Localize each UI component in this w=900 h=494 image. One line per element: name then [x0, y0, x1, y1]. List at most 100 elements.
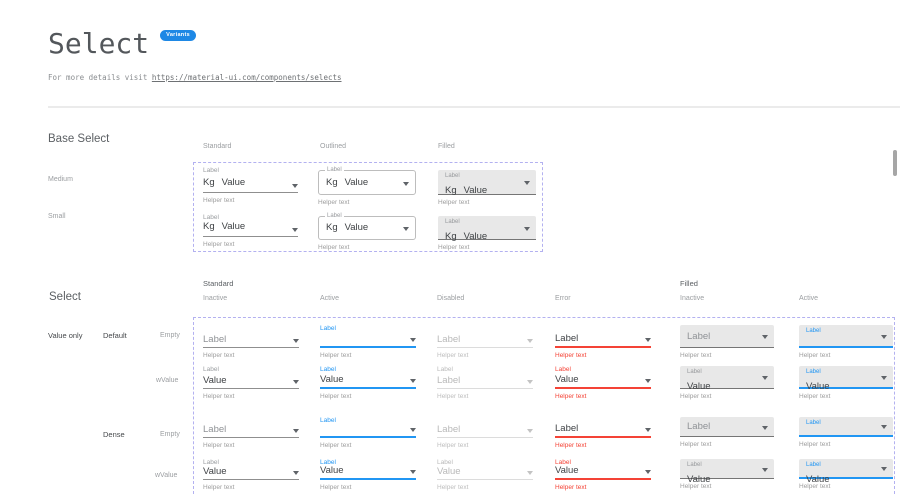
outlined-input[interactable]: LabelKgValue: [318, 170, 416, 195]
select-filled-active[interactable]: Label Helper text: [799, 417, 893, 448]
helper-text: Helper text: [320, 484, 416, 491]
select-input[interactable]: Value: [437, 468, 533, 480]
filled-input[interactable]: LabelValue: [799, 459, 893, 479]
select-filled-active[interactable]: LabelValueHelper text: [799, 459, 893, 490]
select-input[interactable]: KgValue: [203, 176, 298, 193]
select-input[interactable]: KgValue: [203, 223, 298, 237]
select-value: Value: [437, 467, 461, 477]
group-header-filled: Filled: [680, 279, 698, 288]
column-header-inactive-0: Inactive: [203, 295, 227, 302]
row-label-medium: Medium: [48, 176, 73, 183]
select-input[interactable]: Label: [437, 334, 533, 348]
filled-input[interactable]: LabelValue: [680, 366, 774, 389]
column-header-inactive-4: Inactive: [680, 295, 704, 302]
select-standard-disabled[interactable]: LabelValueHelper text: [437, 459, 533, 491]
select-standard-error[interactable]: Label Helper text: [555, 325, 651, 359]
select-input[interactable]: Label: [203, 334, 299, 348]
floating-label: Label: [325, 213, 344, 220]
select-filled-active[interactable]: Label Helper text: [799, 325, 893, 359]
select-standard-disabled[interactable]: LabelHelper text: [437, 417, 533, 449]
row-label-wvalue-1: wValue: [156, 377, 178, 384]
filled-input[interactable]: Label: [799, 325, 893, 348]
dropdown-arrow-icon: [527, 429, 533, 433]
helper-text: Helper text: [437, 393, 533, 400]
base-select-outlined-small[interactable]: LabelKgValueHelper text: [318, 216, 416, 251]
dropdown-arrow-icon: [403, 227, 409, 231]
select-input[interactable]: [320, 426, 416, 438]
helper-text: Helper text: [799, 352, 893, 359]
dropdown-arrow-icon: [524, 227, 530, 231]
row-group-value-only: Value only: [48, 331, 82, 340]
select-input[interactable]: Label: [555, 334, 651, 348]
select-input[interactable]: Value: [203, 468, 299, 480]
select-standard-active[interactable]: Label Helper text: [320, 417, 416, 449]
docs-link[interactable]: https://material-ui.com/components/selec…: [152, 73, 342, 82]
row-group-default: Default: [103, 331, 127, 340]
helper-text: Helper text: [555, 352, 651, 359]
select-standard-disabled[interactable]: LabelLabelHelper text: [437, 366, 533, 400]
filled-input[interactable]: LabelValue: [799, 366, 893, 389]
select-value: Value: [345, 178, 369, 188]
select-input[interactable]: Value: [555, 468, 651, 480]
filled-input[interactable]: LabelValue: [680, 459, 774, 479]
select-value: Label: [687, 331, 710, 342]
floating-label: Label: [687, 461, 767, 469]
filled-input[interactable]: LabelKgValue: [438, 216, 536, 240]
base-select-standard-medium[interactable]: LabelKgValueHelper text: [203, 167, 298, 204]
base-select-filled-small[interactable]: LabelKgValueHelper text: [438, 216, 536, 251]
adornment-text: Kg: [203, 177, 215, 188]
select-standard-disabled[interactable]: LabelHelper text: [437, 325, 533, 359]
select-standard-active[interactable]: LabelValueHelper text: [320, 366, 416, 400]
filled-input[interactable]: Label: [680, 325, 774, 348]
base-select-standard-small[interactable]: LabelKgValueHelper text: [203, 214, 298, 248]
select-input[interactable]: Label: [437, 375, 533, 389]
select-value: Value: [320, 466, 344, 476]
dropdown-arrow-icon: [881, 467, 887, 471]
dropdown-arrow-icon: [645, 338, 651, 342]
floating-label: [437, 325, 533, 334]
select-standard-inactive[interactable]: LabelValueHelper text: [203, 366, 299, 400]
helper-text: Helper text: [680, 393, 774, 400]
adornment-text: Kg: [445, 231, 457, 242]
select-input[interactable]: Value: [203, 375, 299, 389]
select-standard-error[interactable]: LabelValueHelper text: [555, 459, 651, 491]
select-input[interactable]: Value: [555, 375, 651, 389]
header-divider: [48, 106, 900, 108]
helper-text: Helper text: [203, 442, 299, 449]
floating-label: Label: [320, 417, 416, 426]
outlined-input[interactable]: LabelKgValue: [318, 216, 416, 240]
helper-text: Helper text: [203, 484, 299, 491]
select-standard-error[interactable]: LabelValueHelper text: [555, 366, 651, 400]
filled-input[interactable]: Label: [799, 417, 893, 437]
helper-text: Helper text: [437, 484, 533, 491]
select-standard-error[interactable]: LabelHelper text: [555, 417, 651, 449]
select-input[interactable]: Label: [437, 426, 533, 438]
helper-text: Helper text: [680, 441, 774, 448]
select-input[interactable]: Label: [203, 426, 299, 438]
select-filled-inactive[interactable]: LabelValueHelper text: [680, 459, 774, 490]
select-filled-inactive[interactable]: LabelValue Helper text: [680, 366, 774, 400]
select-filled-active[interactable]: LabelValueHelper text: [799, 366, 893, 400]
select-value: [320, 424, 323, 434]
select-standard-inactive[interactable]: Label Helper text: [203, 417, 299, 449]
filled-input[interactable]: Label: [680, 417, 774, 437]
filled-input[interactable]: LabelKgValue: [438, 170, 536, 195]
select-input[interactable]: Label: [555, 426, 651, 438]
select-standard-inactive[interactable]: LabelValueHelper text: [203, 459, 299, 491]
base-select-outlined-medium[interactable]: LabelKgValueHelper text: [318, 170, 416, 206]
select-input[interactable]: [320, 334, 416, 348]
select-standard-active[interactable]: Label Helper text: [320, 325, 416, 359]
scrollbar-thumb[interactable]: [893, 150, 897, 176]
select-input[interactable]: Value: [320, 468, 416, 480]
select-standard-inactive[interactable]: LabelHelper text: [203, 325, 299, 359]
dropdown-arrow-icon: [762, 426, 768, 430]
select-filled-inactive[interactable]: LabelHelper text: [680, 325, 774, 359]
helper-text: Helper text: [320, 442, 416, 449]
adornment-text: Kg: [326, 178, 338, 188]
select-input[interactable]: Value: [320, 375, 416, 389]
variants-badge: Variants: [160, 30, 196, 41]
base-select-filled-medium[interactable]: LabelKgValueHelper text: [438, 170, 536, 206]
floating-label: Label: [320, 325, 416, 334]
select-filled-inactive[interactable]: Label Helper text: [680, 417, 774, 448]
select-standard-active[interactable]: LabelValueHelper text: [320, 459, 416, 491]
